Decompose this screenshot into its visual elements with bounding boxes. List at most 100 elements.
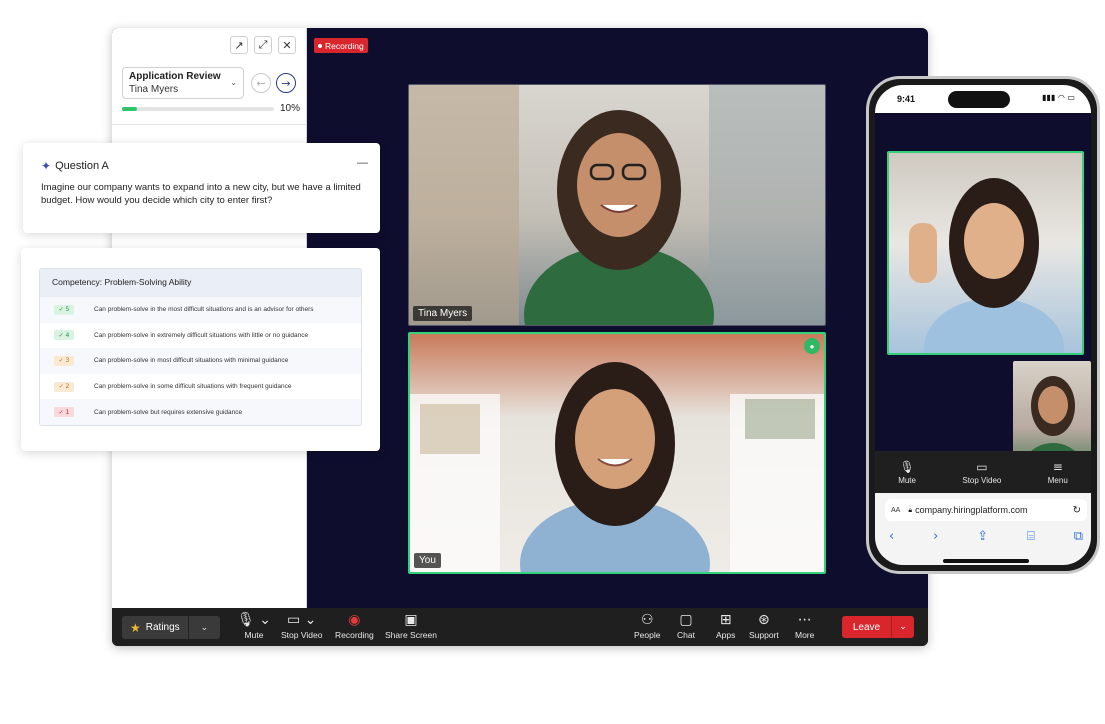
application-review-select[interactable]: Application Review Tina Myers ⌄ xyxy=(122,67,244,99)
record-icon: ◉ xyxy=(348,612,361,628)
phone-menu-label: Menu xyxy=(1047,475,1068,485)
chevron-down-icon: ⌄ xyxy=(230,78,237,87)
ratings-button[interactable]: ★ Ratings ⌄ xyxy=(122,616,220,639)
forward-icon[interactable]: › xyxy=(933,529,938,544)
review-progress-fill xyxy=(122,107,138,111)
question-title: Question A xyxy=(55,160,109,172)
question-text: Imagine our company wants to expand into… xyxy=(41,182,361,207)
divider xyxy=(112,124,307,125)
text-size-button[interactable]: AA xyxy=(891,507,900,514)
stop-video-label: Stop Video xyxy=(281,630,323,640)
phone-call-controls: 🎙︎ Mute ▭ Stop Video ≡ Menu xyxy=(875,451,1091,493)
chevron-down-icon[interactable]: ⌄ xyxy=(189,623,220,633)
chat-icon: ▢ xyxy=(679,612,693,628)
phone-mute-button[interactable]: 🎙︎ Mute xyxy=(898,460,916,485)
video-tile-self[interactable]: ● You xyxy=(408,332,826,574)
person-silhouette-icon xyxy=(909,178,1064,398)
competency-row[interactable]: ✓ 4 Can problem-solve in extremely diffic… xyxy=(40,323,361,349)
browser-nav: ‹ › ⇪ ⌸ ⧉ xyxy=(883,529,1089,544)
video-feed xyxy=(410,334,824,572)
status-bar: 9:41 ▮▮▮ ◠ ▭ xyxy=(875,85,1091,113)
recording-badge-label: Recording xyxy=(325,40,364,51)
review-progress-label: 10% xyxy=(280,103,301,114)
mute-label: Mute xyxy=(244,630,264,640)
chevron-down-icon[interactable]: ⌄ xyxy=(892,622,914,632)
share-screen-button[interactable]: ▣ Share Screen xyxy=(385,612,437,640)
tabs-icon[interactable]: ⧉ xyxy=(1074,529,1083,544)
recording-badge: Recording xyxy=(314,38,368,53)
phone-video-tile-remote[interactable] xyxy=(887,151,1084,398)
review-progress-bar xyxy=(122,107,274,111)
score-badge: ✓ 4 xyxy=(54,330,74,341)
video-camera-icon: ▭ xyxy=(976,459,988,474)
dynamic-island xyxy=(948,91,1010,108)
apps-label: Apps xyxy=(716,630,736,640)
external-link-icon[interactable]: ↗ xyxy=(230,36,248,54)
leave-button[interactable]: Leave ⌄ xyxy=(842,616,914,638)
score-badge: ✓ 1 xyxy=(54,407,74,418)
mute-button[interactable]: 🎙︎ ⌄ Mute xyxy=(237,612,271,640)
support-label: Support xyxy=(749,630,779,640)
meeting-toolbar: ★ Ratings ⌄ 🎙︎ ⌄ Mute ▭ ⌄ Stop Video ◉ R… xyxy=(112,608,928,646)
support-button[interactable]: ⊛ Support xyxy=(749,612,779,640)
candidate-name: Tina Myers xyxy=(129,84,179,95)
more-button[interactable]: ⋯ More xyxy=(795,612,814,640)
participant-name-tag: You xyxy=(414,553,441,568)
sparkle-icon: ✦ xyxy=(41,159,52,173)
reload-icon[interactable]: ↻ xyxy=(1073,505,1081,516)
next-arrow-button[interactable]: → xyxy=(276,73,296,93)
question-card: ✦ Question A — Imagine our company wants… xyxy=(23,143,380,233)
person-silhouette-icon xyxy=(410,362,824,572)
menu-icon: ≡ xyxy=(1052,459,1063,474)
video-feed xyxy=(409,85,825,325)
competency-row[interactable]: ✓ 5 Can problem-solve in the most difficu… xyxy=(40,297,361,323)
people-button[interactable]: ⚇ People xyxy=(634,612,660,640)
apps-button[interactable]: ⊞ Apps xyxy=(716,612,735,640)
phone-mute-label: Mute xyxy=(898,475,916,485)
chat-label: Chat xyxy=(677,630,695,640)
leave-label: Leave xyxy=(842,616,892,638)
competency-rows: ✓ 5 Can problem-solve in the most difficu… xyxy=(40,297,361,425)
video-tile-remote[interactable]: Tina Myers xyxy=(408,84,826,326)
close-icon[interactable]: ✕ xyxy=(278,36,296,54)
question-header: ✦ Question A xyxy=(41,159,362,173)
lock-icon: 🔒︎ xyxy=(908,505,913,514)
share-icon[interactable]: ⇪ xyxy=(977,529,988,544)
competency-description: Can problem-solve in extremely difficult… xyxy=(94,331,309,339)
home-indicator xyxy=(943,559,1029,563)
phone-stop-video-button[interactable]: ▭ Stop Video xyxy=(962,460,1001,485)
support-icon: ⊛ xyxy=(758,612,770,628)
competency-description: Can problem-solve in most difficult situ… xyxy=(94,357,289,365)
review-title: Application Review xyxy=(129,71,221,82)
share-screen-icon: ▣ xyxy=(404,612,418,628)
competency-row[interactable]: ✓ 3 Can problem-solve in most difficult s… xyxy=(40,348,361,374)
chat-button[interactable]: ▢ Chat xyxy=(677,612,695,640)
phone-stop-video-label: Stop Video xyxy=(962,475,1002,485)
people-label: People xyxy=(634,630,661,640)
score-badge: ✓ 3 xyxy=(54,355,74,366)
side-panel-actions: ↗ ⤢ ✕ xyxy=(230,36,296,54)
score-badge: ✓ 2 xyxy=(54,381,74,392)
competency-row[interactable]: ✓ 2 Can problem-solve in some difficult s… xyxy=(40,374,361,400)
stop-video-button[interactable]: ▭ ⌄ Stop Video xyxy=(281,612,322,640)
ratings-label: Ratings xyxy=(145,622,180,633)
competency-row[interactable]: ✓ 1 Can problem-solve but requires extens… xyxy=(40,399,361,425)
competency-table: Competency: Problem-Solving Ability ✓ 5 C… xyxy=(39,268,362,426)
competency-description: Can problem-solve but requires extensive… xyxy=(94,408,243,416)
collapse-button[interactable]: — xyxy=(357,157,368,169)
recording-button[interactable]: ◉ Recording xyxy=(335,612,374,640)
previous-arrow-button[interactable]: ← xyxy=(251,73,271,93)
phone-menu-button[interactable]: ≡ Menu xyxy=(1048,460,1068,485)
competency-description: Can problem-solve in some difficult situ… xyxy=(94,383,292,391)
apps-icon: ⊞ xyxy=(719,612,732,628)
score-badge: ✓ 5 xyxy=(54,304,74,315)
microphone-icon: 🎙︎ ⌄ xyxy=(237,612,271,628)
expand-icon[interactable]: ⤢ xyxy=(254,36,272,54)
more-icon: ⋯ xyxy=(797,612,812,628)
more-label: More xyxy=(795,630,815,640)
competency-header: Competency: Problem-Solving Ability xyxy=(40,269,361,297)
back-icon[interactable]: ‹ xyxy=(889,529,894,544)
address-bar[interactable]: AA 🔒︎ company.hiringplatform.com ↻ xyxy=(885,499,1087,521)
bookmarks-icon[interactable]: ⌸ xyxy=(1027,529,1035,544)
person-silhouette-icon xyxy=(409,85,825,325)
